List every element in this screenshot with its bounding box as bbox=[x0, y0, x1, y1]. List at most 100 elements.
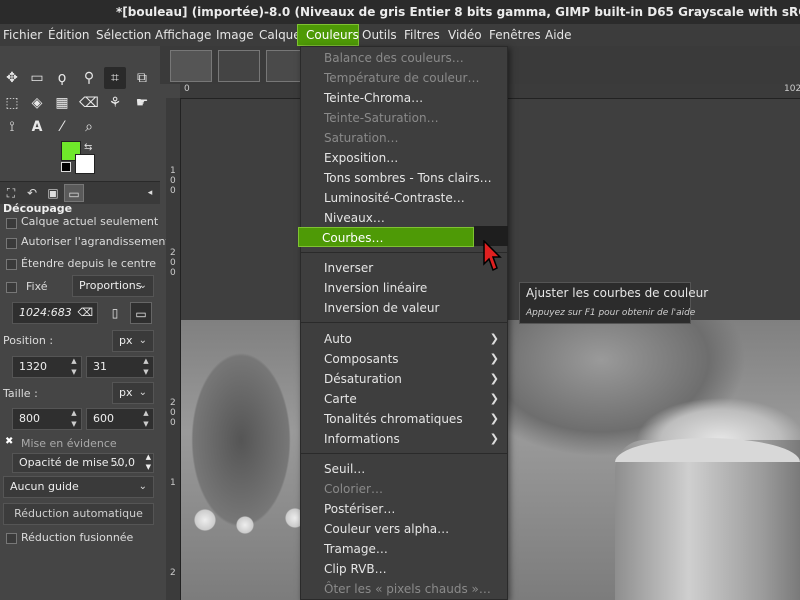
menu-item-auto[interactable]: Auto ❯ bbox=[301, 329, 507, 349]
fixed-mode-dropdown[interactable]: Proportions ⌄ bbox=[72, 275, 154, 297]
menu-affichage[interactable]: Affichage bbox=[155, 24, 211, 46]
ruler-mark: 1 bbox=[170, 478, 176, 488]
smudge-icon[interactable]: ☛ bbox=[131, 92, 153, 114]
size-height-spinner[interactable]: ▲ ▼ bbox=[140, 408, 152, 430]
menu-image[interactable]: Image bbox=[216, 24, 254, 46]
menu-item-tramage[interactable]: Tramage… bbox=[301, 539, 507, 559]
bucket-fill-icon[interactable]: ◈ bbox=[26, 92, 48, 114]
clear-field-icon[interactable]: ⌫ bbox=[77, 303, 93, 323]
reset-colors-icon[interactable] bbox=[61, 162, 71, 172]
ruler-mark: 102 bbox=[784, 84, 800, 94]
current-layer-only-checkbox[interactable] bbox=[6, 218, 17, 229]
menu-item-inversion-valeur[interactable]: Inversion de valeur bbox=[301, 298, 507, 318]
allow-growing-checkbox[interactable] bbox=[6, 238, 17, 249]
menu-calque[interactable]: Calque bbox=[259, 24, 301, 46]
landscape-icon[interactable]: ▭ bbox=[130, 302, 152, 324]
expand-from-center-checkbox[interactable] bbox=[6, 259, 17, 270]
fixed-checkbox[interactable] bbox=[6, 282, 17, 293]
menu-item-informations[interactable]: Informations ❯ bbox=[301, 429, 507, 449]
position-x-spinner[interactable]: ▲ ▼ bbox=[68, 356, 80, 378]
menu-item-tonalites[interactable]: Tonalités chromatiques ❯ bbox=[301, 409, 507, 429]
menu-item-inversion-lineaire[interactable]: Inversion linéaire bbox=[301, 278, 507, 298]
menu-outils[interactable]: Outils bbox=[362, 24, 397, 46]
highlight-opacity-label: Opacité de mise ... bbox=[19, 456, 123, 469]
menu-item-couleur-alpha[interactable]: Couleur vers alpha… bbox=[301, 519, 507, 539]
guides-dropdown[interactable]: Aucun guide ⌄ bbox=[3, 476, 154, 498]
highlight-checkbox-icon[interactable]: ✖ bbox=[5, 436, 13, 447]
menu-item-clip-rvb[interactable]: Clip RVB… bbox=[301, 559, 507, 579]
image-tab-thumbnail[interactable] bbox=[218, 50, 260, 82]
tooltip-hint: Appuyez sur F1 pour obtenir de l'aide bbox=[526, 308, 696, 318]
fuzzy-select-icon[interactable]: ⚲ bbox=[78, 67, 100, 89]
tool-options-tab-icon[interactable]: ⛶ bbox=[1, 184, 21, 202]
menu-item-seuil[interactable]: Seuil… bbox=[301, 459, 507, 479]
transform-icon[interactable]: ⧉ bbox=[131, 67, 153, 89]
warp-icon[interactable]: ⬚ bbox=[1, 92, 23, 114]
menu-fenetres[interactable]: Fenêtres bbox=[489, 24, 541, 46]
eraser-icon[interactable]: ⌫ bbox=[78, 92, 100, 114]
ratio-field[interactable]: 1024:683 ⌫ bbox=[12, 302, 98, 324]
vertical-ruler: 1 0 0 2 0 0 2 0 0 1 2 bbox=[166, 98, 181, 600]
menu-item-saturation[interactable]: Saturation… bbox=[301, 128, 507, 148]
clone-icon[interactable]: ⚘ bbox=[104, 92, 126, 114]
image-tab-thumbnail[interactable] bbox=[170, 50, 212, 82]
menu-item-tons-sombres[interactable]: Tons sombres - Tons clairs… bbox=[301, 168, 507, 188]
menu-fichier[interactable]: Fichier bbox=[3, 24, 42, 46]
undo-history-tab-icon[interactable]: ↶ bbox=[22, 184, 42, 202]
paths-icon[interactable]: ⟟ bbox=[1, 116, 23, 138]
ruler-mark: 1 bbox=[170, 166, 176, 176]
menu-item-carte[interactable]: Carte ❯ bbox=[301, 389, 507, 409]
ruler-mark: 2 bbox=[170, 248, 176, 258]
move-icon[interactable]: ✥ bbox=[1, 67, 23, 89]
menu-item-temperature[interactable]: Température de couleur… bbox=[301, 68, 507, 88]
submenu-arrow-icon: ❯ bbox=[489, 392, 499, 405]
menu-item-desaturation[interactable]: Désaturation ❯ bbox=[301, 369, 507, 389]
menu-edition[interactable]: Édition bbox=[48, 24, 90, 46]
menu-couleurs[interactable]: Couleurs bbox=[297, 24, 359, 46]
swap-colors-icon[interactable]: ⇆ bbox=[84, 142, 92, 153]
highlight-opacity-spinner[interactable]: ▲ ▼ bbox=[146, 452, 151, 472]
position-unit-value: px bbox=[119, 334, 133, 347]
highlight-opacity-slider[interactable]: Opacité de mise ... 50,0 ▲ ▼ bbox=[12, 453, 154, 473]
lasso-icon[interactable]: ϙ bbox=[51, 67, 73, 89]
couleurs-menu: Balance des couleurs… Température de cou… bbox=[298, 46, 508, 600]
menu-item-balance[interactable]: Balance des couleurs… bbox=[301, 48, 507, 68]
ratio-value: 1024:683 bbox=[19, 306, 72, 319]
menubar: Fichier Édition Sélection Affichage Imag… bbox=[0, 24, 800, 46]
size-unit-dropdown[interactable]: px ⌄ bbox=[112, 382, 154, 404]
menu-filtres[interactable]: Filtres bbox=[404, 24, 440, 46]
images-tab-icon[interactable]: ▣ bbox=[43, 184, 63, 202]
auto-shrink-button[interactable]: Réduction automatique bbox=[3, 503, 154, 525]
size-width-spinner[interactable]: ▲ ▼ bbox=[68, 408, 80, 430]
devices-tab-icon[interactable]: ▭ bbox=[64, 184, 84, 202]
menu-video[interactable]: Vidéo bbox=[448, 24, 482, 46]
color-picker-icon[interactable]: ⁄ bbox=[51, 116, 73, 138]
menu-selection[interactable]: Sélection bbox=[96, 24, 151, 46]
menu-item-inverser[interactable]: Inverser bbox=[301, 258, 507, 278]
menu-item-exposition[interactable]: Exposition… bbox=[301, 148, 507, 168]
zoom-icon[interactable]: ⌕ bbox=[78, 116, 100, 138]
position-y-spinner[interactable]: ▲ ▼ bbox=[140, 356, 152, 378]
menu-item-pixels-chauds[interactable]: Ôter les « pixels chauds »… bbox=[301, 579, 507, 599]
tool-options-title: Découpage bbox=[3, 202, 73, 215]
menu-item-colorier[interactable]: Colorier… bbox=[301, 479, 507, 499]
menu-item-luminosite-contraste[interactable]: Luminosité-Contraste… bbox=[301, 188, 507, 208]
crop-icon[interactable]: ⌗ bbox=[104, 67, 126, 89]
rect-select-icon[interactable]: ▭ bbox=[26, 67, 48, 89]
gradient-icon[interactable]: ▦ bbox=[51, 92, 73, 114]
position-unit-dropdown[interactable]: px ⌄ bbox=[112, 330, 154, 352]
text-icon[interactable]: A bbox=[26, 116, 48, 138]
menu-aide[interactable]: Aide bbox=[545, 24, 572, 46]
portrait-icon[interactable]: ▯ bbox=[104, 302, 126, 324]
menu-item-teinte-chroma[interactable]: Teinte-Chroma… bbox=[301, 88, 507, 108]
menu-item-teinte-saturation[interactable]: Teinte-Saturation… bbox=[301, 108, 507, 128]
menu-item-posteriser[interactable]: Postériser… bbox=[301, 499, 507, 519]
background-color-swatch[interactable] bbox=[75, 154, 95, 174]
menu-item-courbes[interactable]: Courbes… bbox=[298, 227, 474, 247]
menu-item-niveaux[interactable]: Niveaux… bbox=[301, 208, 507, 228]
guides-value: Aucun guide bbox=[10, 480, 79, 493]
menu-item-composants[interactable]: Composants ❯ bbox=[301, 349, 507, 369]
ruler-mark: 0 bbox=[170, 176, 176, 186]
dock-menu-icon[interactable]: ◂ bbox=[140, 184, 160, 202]
shrink-merged-checkbox[interactable] bbox=[6, 533, 17, 544]
